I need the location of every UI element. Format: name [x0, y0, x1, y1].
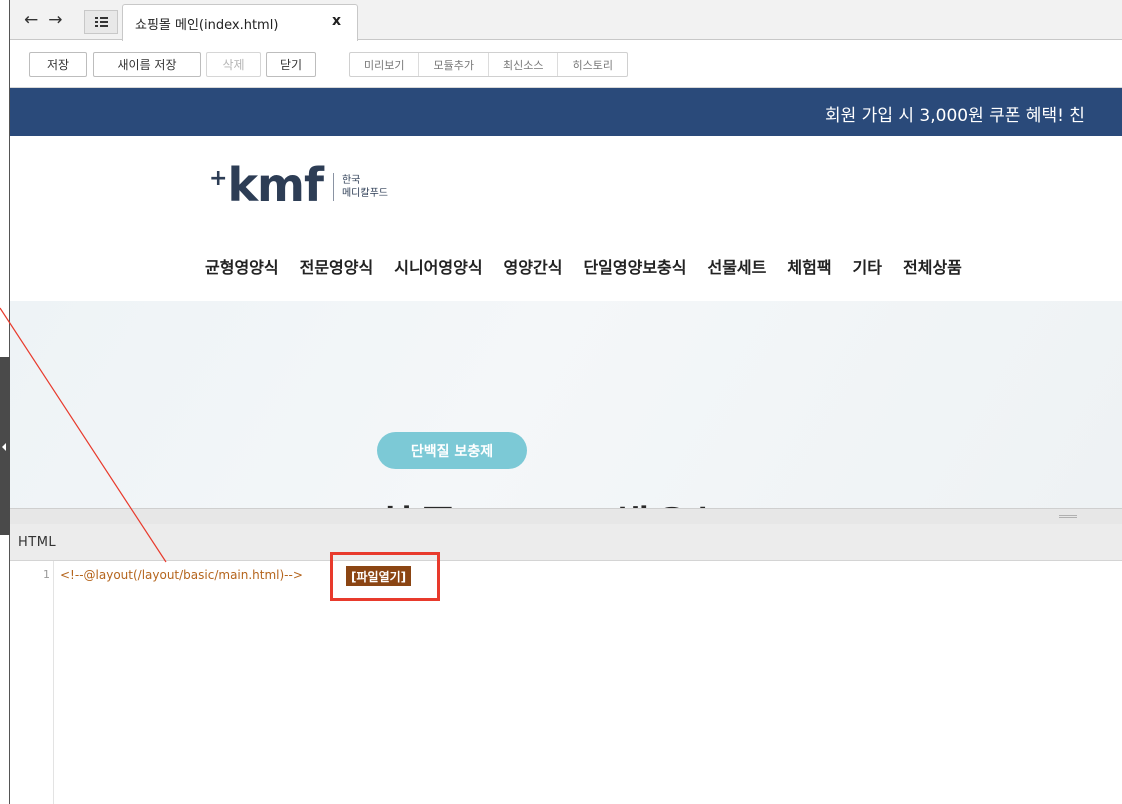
main-navigation: 균형영양식 전문영양식 시니어영양식 영양간식 단일영양보충식 선물세트 체험팩… — [205, 254, 962, 278]
editor-toolbar: 저장 새이름 저장 삭제 닫기 미리보기 모듈추가 최신소스 히스토리 — [10, 41, 1122, 88]
logo-plus: + — [209, 166, 227, 191]
line-number-gutter: 1 — [10, 561, 54, 804]
preview-button[interactable]: 미리보기 — [350, 53, 420, 76]
line-number: 1 — [43, 568, 50, 581]
nav-item-etc[interactable]: 기타 — [853, 254, 882, 278]
logo-subtitle-line1: 한국 — [341, 175, 361, 186]
promo-banner: 회원 가입 시 3,000원 쿠폰 혜택! 친 — [10, 88, 1122, 136]
hero-headline: 하루 3포로 채우는 — [377, 493, 736, 508]
page-preview: 회원 가입 시 3,000원 쿠폰 혜택! 친 +kmf 한국 메디칼푸드 균형… — [10, 88, 1122, 508]
logo-subtitle-line2: 메디칼푸드 — [341, 188, 388, 199]
tab-list-button[interactable] — [84, 10, 118, 34]
nav-item-trial-pack[interactable]: 체험팩 — [787, 254, 831, 278]
save-as-button[interactable]: 새이름 저장 — [93, 52, 201, 77]
tab-title: 쇼핑몰 메인(index.html) — [135, 18, 279, 33]
logo-text: kmf — [227, 158, 324, 212]
logo-subtitle: 한국 메디칼푸드 — [342, 174, 388, 200]
close-button[interactable]: 닫기 — [266, 52, 316, 77]
splitter-grip-icon — [1059, 515, 1077, 518]
back-arrow-icon[interactable]: ← — [24, 10, 40, 30]
save-button[interactable]: 저장 — [29, 52, 87, 77]
list-icon — [94, 17, 108, 27]
chevron-left-icon — [2, 443, 6, 451]
promo-banner-text: 회원 가입 시 3,000원 쿠폰 혜택! 친 — [825, 106, 1085, 126]
logo-divider — [332, 173, 334, 201]
tab-close-button[interactable]: x — [332, 13, 341, 29]
nav-item-all-products[interactable]: 전체상품 — [903, 254, 962, 278]
nav-item-snack[interactable]: 영양간식 — [504, 254, 563, 278]
nav-item-single-supplement[interactable]: 단일영양보충식 — [583, 254, 686, 278]
toolbar-secondary-group: 미리보기 모듈추가 최신소스 히스토리 — [349, 52, 628, 77]
nav-item-balanced[interactable]: 균형영양식 — [205, 254, 279, 278]
delete-button[interactable]: 삭제 — [206, 52, 261, 77]
layout-directive-code[interactable]: <!--@layout(/layout/basic/main.html)--> — [60, 568, 303, 582]
hero-section: 단백질 보충제 하루 3포로 채우는 — [10, 301, 1122, 508]
latest-source-button[interactable]: 최신소스 — [489, 53, 559, 76]
forward-arrow-icon[interactable]: → — [48, 10, 64, 30]
html-panel-header: HTML — [10, 524, 1122, 561]
history-button[interactable]: 히스토리 — [558, 53, 626, 76]
tab-index-html[interactable]: 쇼핑몰 메인(index.html) x — [122, 4, 358, 41]
panel-collapse-handle[interactable] — [0, 357, 10, 535]
html-panel-title: HTML — [18, 535, 57, 550]
nav-item-special[interactable]: 전문영양식 — [300, 254, 374, 278]
logo-mark: +kmf — [209, 162, 324, 208]
code-editor[interactable]: 1 <!--@layout(/layout/basic/main.html)--… — [10, 561, 1122, 804]
nav-item-gift-set[interactable]: 선물세트 — [707, 254, 766, 278]
annotation-highlight-box — [330, 552, 440, 601]
nav-item-senior[interactable]: 시니어영양식 — [394, 254, 482, 278]
hero-badge[interactable]: 단백질 보충제 — [377, 432, 527, 469]
tab-bar: ← → 쇼핑몰 메인(index.html) x — [10, 0, 1122, 41]
panel-splitter[interactable] — [10, 508, 1122, 524]
add-module-button[interactable]: 모듈추가 — [419, 53, 489, 76]
site-logo[interactable]: +kmf 한국 메디칼푸드 — [209, 162, 388, 208]
history-navigation: ← → — [24, 10, 65, 30]
